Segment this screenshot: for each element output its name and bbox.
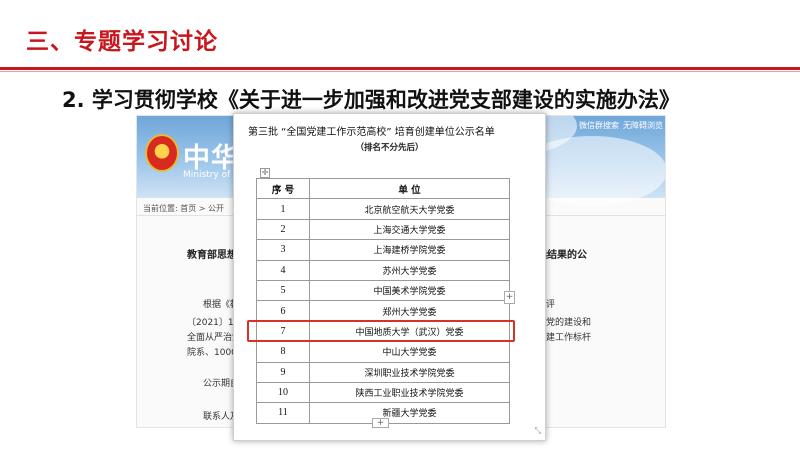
table-row: 4 苏州大学党委 bbox=[256, 259, 510, 281]
unit-list-table: 序 号 单 位 1 北京航空航天大学党委 2 上海交通大学党委 3 上海建桥学院党委 4 苏州… bbox=[256, 177, 510, 424]
card-title: 第三批 “全国党建工作示范高校” 培育创建单位公示名单 bbox=[248, 127, 495, 138]
site-breadcrumb: 当前位置: 首页 > 公开 bbox=[143, 204, 225, 213]
row-number: 2 bbox=[256, 218, 310, 241]
announcement-card: 第三批 “全国党建工作示范高校” 培育创建单位公示名单 （排名不分先后） ✛ 序… bbox=[233, 113, 546, 441]
row-unit-name: 中国美术学院党委 bbox=[309, 279, 510, 302]
row-unit-name: 苏州大学党委 bbox=[309, 259, 510, 281]
row-unit-name: 深圳职业技术学院党委 bbox=[309, 361, 510, 383]
table-header-row: 序 号 单 位 bbox=[256, 177, 510, 200]
table-row: 8 中山大学党委 bbox=[256, 341, 510, 363]
row-unit-name: 上海交通大学党委 bbox=[309, 218, 510, 241]
row-number: 4 bbox=[256, 259, 310, 281]
row-number: 1 bbox=[256, 198, 310, 220]
title-rule bbox=[0, 67, 800, 70]
nav-accessibility[interactable]: 无障碍浏览 bbox=[623, 120, 663, 131]
row-number: 10 bbox=[256, 381, 310, 404]
column-header-number: 序 号 bbox=[256, 177, 310, 200]
row-unit-name: 新疆大学党委 bbox=[309, 402, 510, 424]
row-unit-name: 北京航空航天大学党委 bbox=[309, 198, 510, 220]
move-handle-icon[interactable]: ✛ bbox=[260, 168, 270, 178]
highlight-box bbox=[247, 320, 515, 342]
table-row: 2 上海交通大学党委 bbox=[256, 218, 510, 241]
row-number: 8 bbox=[256, 341, 310, 363]
table-row: 3 上海建桥学院党委 bbox=[256, 239, 510, 261]
resize-handle-icon[interactable]: + bbox=[504, 291, 515, 304]
resize-corner-icon[interactable]: ⤡ bbox=[535, 426, 541, 436]
row-unit-name: 中山大学党委 bbox=[309, 341, 510, 363]
row-number: 5 bbox=[256, 279, 310, 302]
nav-wechat[interactable]: 微信群搜索 bbox=[579, 120, 619, 131]
article-heading-left: 教育部思想 bbox=[187, 250, 237, 261]
row-unit-name: 上海建桥学院党委 bbox=[309, 239, 510, 261]
table-row: 9 深圳职业技术学院党委 bbox=[256, 361, 510, 383]
national-emblem-icon bbox=[145, 134, 179, 172]
table-row: 1 北京航空航天大学党委 bbox=[256, 198, 510, 220]
table-row: 6 郑州大学党委 bbox=[256, 300, 510, 322]
table-row: 10 陕西工业职业技术学院党委 bbox=[256, 381, 510, 404]
row-number: 9 bbox=[256, 361, 310, 383]
title-rule-thin bbox=[0, 71, 800, 72]
column-header-unit: 单 位 bbox=[309, 177, 510, 200]
row-number: 6 bbox=[256, 300, 310, 322]
add-row-icon[interactable]: + bbox=[372, 418, 389, 428]
slide-subtitle: 2. 学习贯彻学校《关于进一步加强和改进党支部建设的实施办法》 bbox=[62, 88, 680, 112]
table-row: 5 中国美术学院党委 bbox=[256, 279, 510, 302]
row-number: 3 bbox=[256, 239, 310, 261]
row-unit-name: 陕西工业职业技术学院党委 bbox=[309, 381, 510, 404]
slide-title: 三、专题学习讨论 bbox=[26, 29, 218, 55]
row-number: 11 bbox=[256, 402, 310, 424]
row-unit-name: 郑州大学党委 bbox=[309, 300, 510, 322]
card-note: （排名不分先后） bbox=[355, 143, 424, 153]
